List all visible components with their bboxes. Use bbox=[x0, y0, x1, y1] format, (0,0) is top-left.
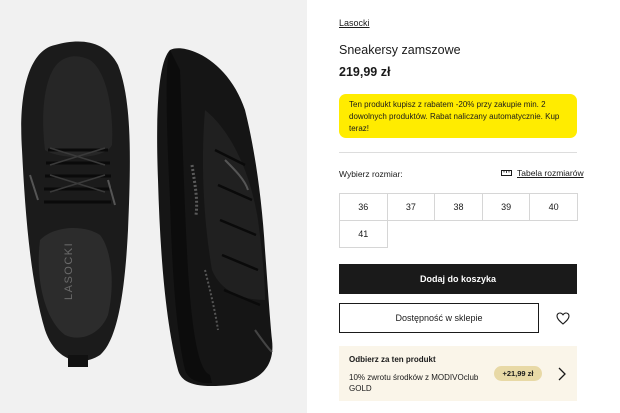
size-option[interactable]: 38 bbox=[434, 193, 483, 221]
heart-icon[interactable] bbox=[554, 309, 572, 327]
size-option[interactable]: 36 bbox=[339, 193, 388, 221]
size-chart-label: Tabela rozmiarów bbox=[517, 168, 584, 178]
size-option[interactable]: 37 bbox=[386, 193, 436, 221]
ruler-icon bbox=[501, 169, 512, 177]
product-price: 219,99 zł bbox=[339, 65, 391, 79]
size-grid: 36 37 38 39 40 41 bbox=[339, 193, 578, 248]
size-option[interactable]: 39 bbox=[481, 193, 531, 221]
reward-panel[interactable]: Odbierz za ten produkt 10% zwrotu środkó… bbox=[339, 346, 577, 401]
reward-title: Odbierz za ten produkt bbox=[349, 355, 436, 364]
product-image[interactable]: LASOCKI bbox=[0, 0, 307, 413]
product-title: Sneakersy zamszowe bbox=[339, 43, 461, 57]
size-option[interactable]: 40 bbox=[529, 193, 578, 221]
svg-text:LASOCKI: LASOCKI bbox=[63, 242, 75, 300]
add-to-cart-button[interactable]: Dodaj do koszyka bbox=[339, 264, 577, 294]
promo-text: Ten produkt kupisz z rabatem -20% przy z… bbox=[349, 100, 560, 133]
sneaker-photo: LASOCKI bbox=[21, 41, 273, 387]
reward-amount-badge: +21,99 zł bbox=[494, 366, 542, 381]
store-availability-button[interactable]: Dostępność w sklepie bbox=[339, 303, 539, 333]
brand-link[interactable]: Lasocki bbox=[339, 18, 370, 28]
size-option[interactable]: 41 bbox=[339, 220, 388, 248]
size-label: Wybierz rozmiar: bbox=[339, 169, 403, 179]
size-chart-link[interactable]: Tabela rozmiarów bbox=[501, 168, 584, 178]
chevron-right-icon[interactable] bbox=[555, 365, 569, 383]
divider bbox=[339, 152, 577, 153]
promo-banner: Ten produkt kupisz z rabatem -20% przy z… bbox=[339, 94, 577, 138]
reward-text: 10% zwrotu środków z MODIVOclub GOLD bbox=[349, 373, 479, 393]
